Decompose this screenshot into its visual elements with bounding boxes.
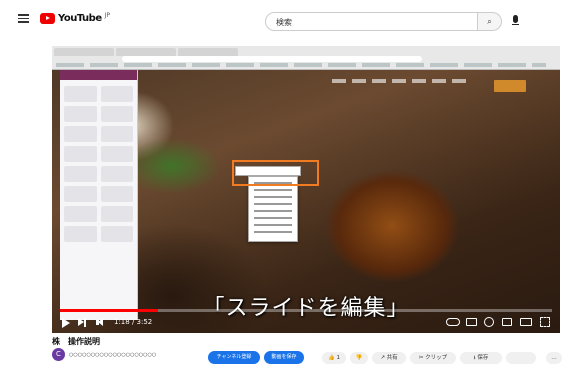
clip-button[interactable]: ✂ クリップ (410, 352, 456, 364)
logo-region: JP (104, 12, 110, 19)
subscribe-button[interactable]: チャンネル登録 (208, 351, 260, 364)
next-icon[interactable] (78, 318, 86, 327)
thanks-button[interactable] (506, 352, 536, 364)
logo-text: YouTube (58, 13, 102, 24)
save-button[interactable]: ⭳ 保存 (460, 352, 502, 364)
autoplay-toggle-icon[interactable] (446, 318, 460, 326)
youtube-logo[interactable]: YouTube JP (40, 12, 110, 24)
search-icon: ⌕ (487, 17, 492, 26)
player-controls: 1:18 / 3:52 (52, 312, 560, 333)
fullscreen-icon[interactable] (540, 317, 550, 327)
hamburger-icon[interactable] (18, 14, 29, 23)
video-title: 株 操作説明 (52, 337, 100, 346)
top-bar: YouTube JP 検索 ⌕ (0, 0, 580, 40)
video-player[interactable]: 「スライドを編集」 1:18 / 3:52 (52, 46, 560, 333)
highlight-box (232, 160, 319, 186)
settings-icon[interactable] (484, 317, 494, 327)
screen-browser-bar (52, 46, 560, 70)
time-display: 1:18 / 3:52 (114, 318, 153, 326)
subtitles-icon[interactable] (466, 318, 477, 326)
dislike-button[interactable]: 👎 (350, 352, 368, 364)
screen-site-nav (332, 79, 472, 83)
more-button[interactable]: … (546, 352, 562, 364)
volume-icon[interactable] (96, 318, 106, 327)
miniplayer-icon[interactable] (502, 318, 512, 326)
search-button[interactable]: ⌕ (478, 12, 502, 31)
channel-name[interactable]: ○○○○○○○○○○○○○○○○○○○○ (69, 352, 199, 358)
play-logo-icon (40, 13, 55, 24)
mic-icon[interactable] (512, 15, 519, 25)
like-button[interactable]: 👍 1 (322, 352, 346, 364)
screen-side-panel (60, 70, 138, 320)
avatar[interactable]: C (52, 348, 65, 361)
search-input[interactable]: 検索 (265, 12, 478, 31)
channel-row: C ○○○○○○○○○○○○○○○○○○○○ (52, 348, 199, 361)
save-video-button[interactable]: 動画を保存 (264, 351, 304, 364)
screen-orange-button (494, 80, 526, 92)
play-icon[interactable] (62, 318, 70, 328)
theater-icon[interactable] (520, 318, 532, 326)
share-button[interactable]: ↗ 共有 (372, 352, 406, 364)
